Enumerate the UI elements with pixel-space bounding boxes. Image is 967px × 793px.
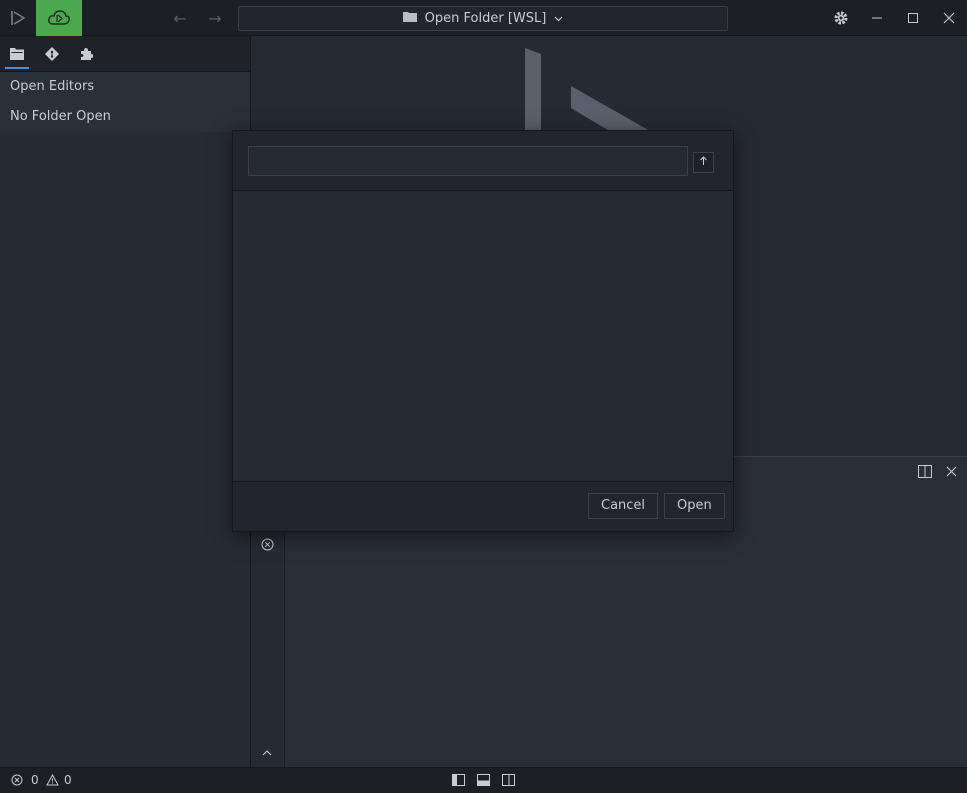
- address-label: Open Folder [WSL]: [424, 11, 547, 26]
- explorer-tab-icon[interactable]: [0, 36, 34, 72]
- back-arrow-icon[interactable]: ←: [165, 0, 195, 36]
- warning-triangle-icon[interactable]: [46, 773, 59, 789]
- sidebar: Open Editors No Folder Open: [0, 36, 251, 767]
- path-input[interactable]: [248, 146, 688, 176]
- arrow-up-icon: [699, 155, 708, 170]
- parent-folder-button[interactable]: [693, 152, 714, 173]
- error-circle-icon[interactable]: [11, 774, 23, 789]
- source-control-tab-icon[interactable]: [35, 36, 69, 72]
- warnings-count[interactable]: 0: [64, 773, 72, 787]
- errors-count[interactable]: 0: [31, 773, 39, 787]
- folder-icon: [402, 11, 417, 26]
- cloud-icon[interactable]: [36, 0, 82, 36]
- open-folder-dialog: Cancel Open: [232, 130, 734, 532]
- sidebar-tabs: [0, 36, 250, 72]
- clear-circle-x-icon[interactable]: [261, 538, 274, 555]
- folder-list[interactable]: [233, 191, 733, 481]
- sidebar-item-no-folder-open[interactable]: No Folder Open: [0, 102, 250, 132]
- status-bar: 0 0: [0, 767, 967, 793]
- maximize-icon[interactable]: [895, 0, 931, 36]
- sidebar-item-open-editors[interactable]: Open Editors: [0, 72, 250, 102]
- close-panel-icon[interactable]: [946, 466, 957, 481]
- folder-address-bar[interactable]: Open Folder [WSL]: [238, 6, 728, 31]
- chevron-down-icon: [554, 11, 563, 26]
- app-logo-icon[interactable]: [0, 0, 36, 36]
- forward-arrow-icon[interactable]: →: [200, 0, 230, 36]
- dialog-header: [233, 131, 733, 191]
- chevron-up-icon[interactable]: [262, 745, 272, 760]
- cancel-button[interactable]: Cancel: [588, 493, 659, 519]
- toggle-right-sidebar-icon[interactable]: [502, 774, 515, 789]
- extensions-tab-icon[interactable]: [69, 36, 103, 72]
- gear-icon[interactable]: [823, 0, 859, 36]
- toggle-left-sidebar-icon[interactable]: [452, 774, 465, 789]
- close-icon[interactable]: [931, 0, 967, 36]
- title-bar: ← → Open Folder [WSL]: [0, 0, 967, 36]
- dialog-footer: Cancel Open: [233, 481, 733, 531]
- open-button[interactable]: Open: [664, 493, 725, 519]
- split-panel-icon[interactable]: [918, 465, 932, 482]
- toggle-panel-icon[interactable]: [477, 774, 490, 789]
- sidebar-list: Open Editors No Folder Open: [0, 72, 250, 132]
- minimize-icon[interactable]: [859, 0, 895, 36]
